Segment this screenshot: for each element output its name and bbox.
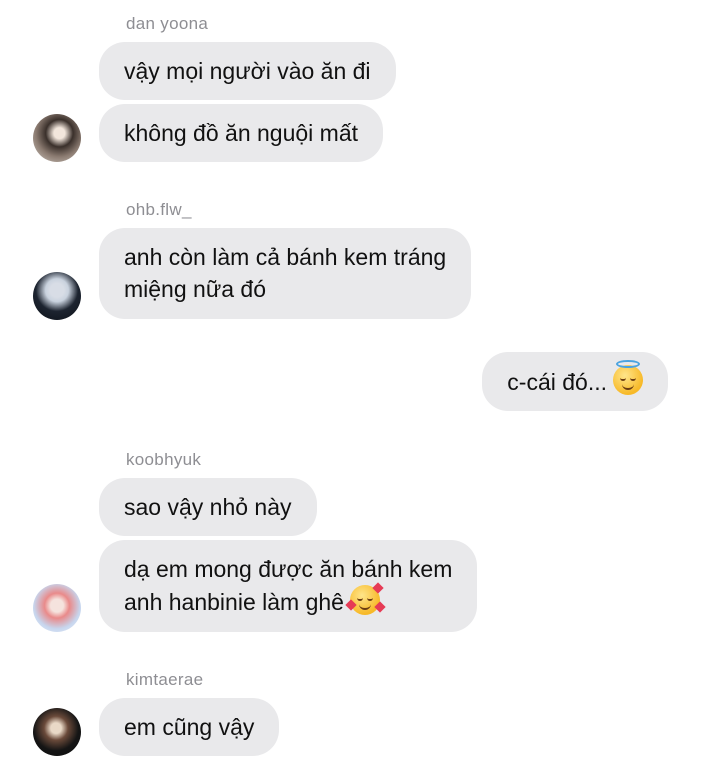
message-bubble[interactable]: không đồ ăn nguội mất [99,104,384,162]
message-text: em cũng vậy [124,714,255,740]
avatar[interactable] [33,584,81,632]
message-text: không đồ ăn nguội mất [124,120,359,146]
message-text: anh hanbinie làm ghê [124,589,344,615]
sender-name: koobhyuk [126,450,202,469]
smiling-face-with-hearts-icon [345,582,386,615]
message-bubble[interactable]: dạ em mong được ăn bánh kem anh hanbinie… [99,540,478,632]
sender-name: dan yoona [126,14,209,33]
message-bubble[interactable]: em cũng vậy [99,698,280,756]
message-text: anh còn làm cả bánh kem tráng [124,244,447,270]
message-text: c-cái đó... [507,369,607,395]
avatar[interactable] [33,708,81,756]
message-text: sao vậy nhỏ này [124,494,292,520]
smiling-face-with-halo-icon [613,360,643,395]
message-text: miệng nữa đó [124,276,266,302]
avatar[interactable] [33,272,81,320]
message-text: vậy mọi người vào ăn đi [124,58,371,84]
message-bubble[interactable]: sao vậy nhỏ này [99,478,317,536]
message-bubble[interactable]: vậy mọi người vào ăn đi [99,42,396,100]
my-message-bubble[interactable]: c-cái đó... [482,352,668,411]
sender-name: ohb.flw_ [126,200,192,219]
message-bubble[interactable]: anh còn làm cả bánh kem tráng miệng nữa … [99,228,472,319]
avatar[interactable] [33,114,81,162]
sender-name: kimtaerae [126,670,204,689]
message-text: dạ em mong được ăn bánh kem [124,556,453,582]
